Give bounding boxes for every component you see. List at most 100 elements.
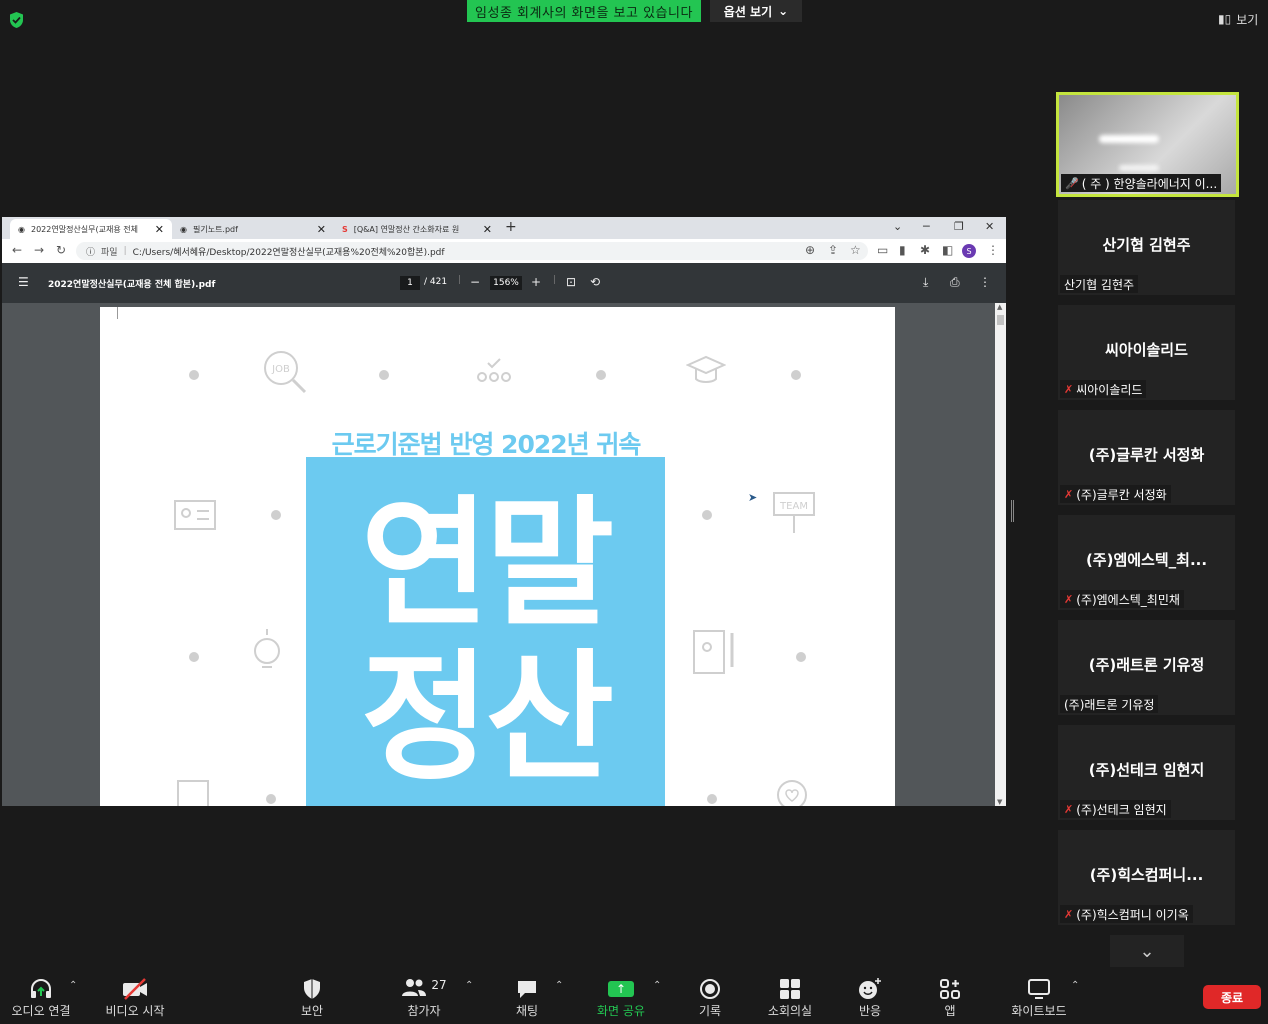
view-options-button[interactable]: 옵션 보기 ⌄	[710, 0, 802, 22]
chat-caret-icon[interactable]: ⌃	[555, 980, 563, 991]
chevron-down-icon: ⌄	[778, 4, 789, 18]
participant-tile-active[interactable]: 🎤̸ ( 주 ) 한양솔라에너지 이...	[1056, 92, 1239, 197]
more-options-icon[interactable]: ⋮	[979, 275, 991, 289]
scroll-up-icon[interactable]: ▲	[997, 303, 1002, 311]
graduation-cap-icon	[686, 355, 726, 383]
new-tab-icon[interactable]: +	[505, 219, 517, 235]
reactions-button[interactable]: 반응	[852, 976, 888, 1020]
whiteboard-caret-icon[interactable]: ⌃	[1071, 980, 1079, 991]
video-off-icon	[121, 976, 149, 1002]
tab-pdf-active[interactable]: ◉ 2022연말정산실무(교재용 전체 ✕	[10, 219, 172, 239]
participant-tile[interactable]: (주)엠에스텍_최... ✗ (주)엠에스텍_최민채	[1058, 515, 1235, 610]
security-shield-icon[interactable]	[8, 11, 25, 29]
shield-icon	[302, 976, 322, 1002]
whiteboard-button[interactable]: 화이트보드	[1006, 976, 1072, 1020]
apps-icon	[939, 976, 961, 1002]
chat-bubble-icon	[515, 976, 539, 1002]
pdf-page[interactable]: JOB TEAM 근로기준법 반영 2022년 귀속 연말 정산 ➤	[100, 307, 895, 806]
profile-avatar[interactable]: S	[962, 244, 976, 258]
scroll-down-icon[interactable]: ▼	[997, 798, 1002, 806]
breakout-rooms-button[interactable]: 소회의실	[762, 976, 818, 1020]
close-tab-icon[interactable]: ✕	[483, 223, 492, 236]
participant-name-bar: 산기협 김현주	[1060, 275, 1139, 293]
sidepanel-icon[interactable]: ◧	[942, 243, 953, 257]
participant-name-bar: ✗ (주)엠에스텍_최민채	[1060, 590, 1184, 608]
share-caret-icon[interactable]: ⌃	[653, 980, 661, 991]
whiteboard-icon	[1027, 976, 1051, 1002]
participants-button[interactable]: 27 참가자	[394, 976, 454, 1020]
participants-caret-icon[interactable]: ⌃	[465, 980, 473, 991]
zoom-in-icon[interactable]: +	[531, 275, 541, 289]
panel-resize-handle[interactable]	[1011, 500, 1014, 522]
puzzle-icon[interactable]: ✱	[920, 243, 930, 257]
minimize-icon[interactable]: ─	[923, 220, 930, 233]
share-screen-button[interactable]: ↑ 화면 공유	[590, 976, 652, 1020]
grid-icon	[779, 976, 801, 1002]
team-sign-icon: TEAM	[773, 492, 815, 533]
record-button[interactable]: 기록	[692, 976, 728, 1020]
cover-subtitle: 근로기준법 반영 2022년 귀속	[331, 430, 642, 459]
close-window-icon[interactable]: ✕	[985, 220, 994, 233]
participant-tile[interactable]: (주)래트론 기유정 (주)래트론 기유정	[1058, 620, 1235, 715]
participants-scroll-down-button[interactable]: ⌄	[1110, 935, 1184, 967]
shared-screen[interactable]: ◉ 2022연말정산실무(교재용 전체 ✕ ◉ 필기노트.pdf ✕ S [Q&…	[2, 217, 1006, 806]
url-input[interactable]: ⓘ 파일 | C:/Users/혜서혜유/Desktop/2022연말정산실무(…	[76, 242, 868, 260]
download-icon[interactable]: ⤓	[923, 275, 928, 290]
back-icon[interactable]: ←	[12, 243, 22, 257]
zoom-out-icon[interactable]: −	[470, 275, 480, 289]
restore-icon[interactable]: ❐	[954, 220, 964, 233]
chat-button[interactable]: 채팅	[510, 976, 544, 1020]
security-button[interactable]: 보안	[292, 976, 332, 1020]
tab-search-icon[interactable]: ⌄	[893, 220, 902, 233]
reload-icon[interactable]: ↻	[56, 243, 66, 257]
id-card-icon	[174, 500, 216, 530]
extension-icon[interactable]: ▭	[877, 243, 888, 257]
forward-icon[interactable]: →	[34, 243, 44, 257]
participant-tile[interactable]: (주)선테크 임현지 ✗ (주)선테크 임현지	[1058, 725, 1235, 820]
cover-title-line2: 정산	[360, 637, 615, 800]
zoom-icon[interactable]: ⊕	[805, 243, 815, 257]
end-meeting-button[interactable]: 종료	[1203, 985, 1261, 1009]
page-number-input[interactable]: 1	[400, 276, 420, 290]
svg-text:TEAM: TEAM	[779, 501, 808, 512]
people-icon	[401, 977, 427, 1002]
audio-button[interactable]: 오디오 연결	[8, 976, 74, 1020]
page-total: / 421	[424, 277, 448, 287]
bookmark-star-icon[interactable]: ☆	[850, 243, 861, 257]
extension-icon[interactable]: ▮	[899, 243, 906, 257]
apps-button[interactable]: 앱	[935, 976, 965, 1020]
scroll-thumb[interactable]	[997, 315, 1004, 325]
video-button[interactable]: 비디오 시작	[102, 976, 168, 1020]
mic-muted-icon: ✗	[1064, 802, 1074, 816]
view-button[interactable]: ▮▯ 보기	[1218, 8, 1258, 30]
participant-tile[interactable]: 씨아이솔리드 ✗ 씨아이솔리드	[1058, 305, 1235, 400]
people-icon	[477, 358, 511, 382]
print-icon[interactable]: ⎙	[950, 275, 960, 290]
chat-heart-icon	[777, 780, 807, 806]
participant-tile[interactable]: (주)글루칸 서정화 ✗ (주)글루칸 서정화	[1058, 410, 1235, 505]
tab-notes[interactable]: ◉ 필기노트.pdf ✕	[172, 219, 334, 239]
hamburger-menu-icon[interactable]: ☰	[18, 275, 29, 289]
zoom-input[interactable]: 156%	[490, 276, 522, 290]
rotate-icon[interactable]: ⟲	[590, 275, 600, 289]
participant-tile[interactable]: 산기협 김현주 산기협 김현주	[1058, 200, 1235, 295]
participant-name-bar: 🎤̸ ( 주 ) 한양솔라에너지 이...	[1061, 174, 1222, 192]
audio-caret-icon[interactable]: ⌃	[69, 980, 77, 991]
globe-icon: ◉	[18, 224, 25, 234]
menu-kebab-icon[interactable]: ⋮	[987, 243, 999, 257]
pdf-scrollbar[interactable]: ▲ ▼	[995, 303, 1006, 806]
participant-name-bar: (주)래트론 기유정	[1060, 695, 1159, 713]
document-pen-icon	[693, 630, 734, 674]
record-icon	[699, 976, 721, 1002]
fit-page-icon[interactable]: ⊡	[566, 275, 576, 289]
participant-name-bar: ✗ (주)글루칸 서정화	[1060, 485, 1171, 503]
close-tab-icon[interactable]: ✕	[155, 223, 164, 236]
close-tab-icon[interactable]: ✕	[317, 223, 326, 236]
mic-muted-icon: ✗	[1064, 487, 1074, 501]
tab-qa[interactable]: S [Q&A] 연말정산 간소화자료 원 ✕	[334, 219, 500, 239]
tab-strip: ◉ 2022연말정산실무(교재용 전체 ✕ ◉ 필기노트.pdf ✕ S [Q&…	[2, 217, 1006, 239]
share-page-icon[interactable]: ⇪	[828, 243, 838, 257]
headphones-icon	[29, 976, 53, 1002]
mic-muted-icon: ✗	[1064, 907, 1074, 921]
participant-tile[interactable]: (주)힉스컴퍼니... ✗ (주)힉스컴퍼니 이기옥	[1058, 830, 1235, 925]
